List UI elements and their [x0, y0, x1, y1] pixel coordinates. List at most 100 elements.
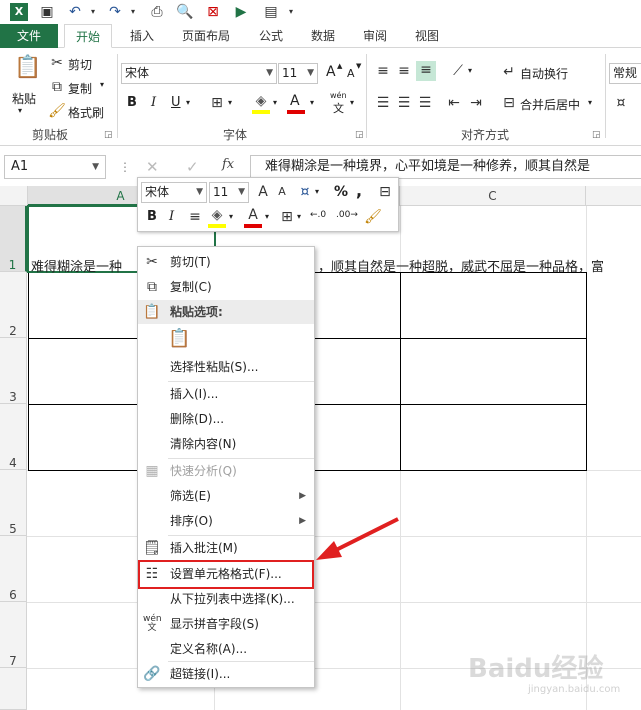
paste-icon[interactable]: 📋	[14, 54, 41, 82]
redo-icon[interactable]: ↷	[106, 3, 124, 21]
row-header-3[interactable]: 3	[0, 338, 27, 404]
tab-data[interactable]: 数据	[302, 24, 344, 48]
undo-dropdown-icon[interactable]: ▾	[84, 3, 102, 21]
decrease-indent-icon[interactable]: ⇤	[445, 94, 463, 112]
mini-accounting-dropdown-icon[interactable]: ▾	[315, 187, 319, 196]
menu-item-insert-comment[interactable]: 🗒 插入批注(M)	[138, 536, 314, 560]
mini-border-icon[interactable]: ⊞	[278, 208, 296, 226]
wrap-text-button[interactable]: 自动换行	[520, 65, 568, 82]
phonetic-bottom-label[interactable]: 文	[333, 100, 344, 116]
name-box[interactable]: A1 ▼	[4, 155, 106, 179]
mini-font-name-combo[interactable]: 宋体 ▼	[141, 182, 207, 203]
font-color-button[interactable]: A	[290, 93, 300, 109]
tab-file[interactable]: 文件	[0, 24, 58, 48]
mini-increase-decimal-button[interactable]: ←.0	[310, 210, 326, 220]
row-header-7[interactable]: 7	[0, 602, 27, 668]
underline-button[interactable]: U	[171, 95, 181, 110]
menu-item-copy[interactable]: ⧉ 复制(C)	[138, 275, 314, 299]
print-icon[interactable]: ⎙	[148, 3, 166, 21]
menu-item-cut[interactable]: ✂ 剪切(T)	[138, 250, 314, 274]
mini-border-dropdown-icon[interactable]: ▾	[297, 212, 301, 221]
orientation-icon[interactable]: ⟋	[449, 62, 467, 80]
row-header-6[interactable]: 6	[0, 536, 27, 602]
orientation-dropdown-icon[interactable]: ▾	[468, 66, 472, 75]
undo-icon[interactable]: ↶	[66, 3, 84, 21]
fill-color-dropdown-icon[interactable]: ▾	[273, 98, 277, 107]
chevron-down-icon[interactable]: ▼	[92, 156, 99, 178]
number-format-combo[interactable]: 常规	[609, 63, 641, 84]
font-name-combo[interactable]: 宋体 ▼	[121, 63, 277, 84]
mini-accounting-icon[interactable]: ¤	[296, 183, 314, 201]
menu-item-delete[interactable]: 删除(D)...	[138, 407, 314, 431]
wrap-text-icon[interactable]: ↵	[500, 63, 518, 81]
mini-percent-button[interactable]: %	[334, 184, 348, 200]
clipboard-launcher-icon[interactable]: ◲	[104, 130, 113, 140]
row-header-5[interactable]: 5	[0, 470, 27, 536]
select-all-corner[interactable]	[0, 186, 28, 206]
delete-sheet-icon[interactable]: ⊠	[204, 3, 222, 21]
redo-dropdown-icon[interactable]: ▾	[124, 3, 142, 21]
font-size-combo[interactable]: 11 ▼	[278, 63, 318, 84]
row-header-1[interactable]: 1	[0, 206, 27, 272]
cancel-icon[interactable]: ✕	[146, 158, 159, 176]
menu-item-hyperlink[interactable]: 🔗 超链接(I)...	[138, 662, 314, 686]
menu-item-sort[interactable]: 排序(O) ▶	[138, 509, 314, 533]
align-center-icon[interactable]: ☰	[395, 94, 413, 112]
align-left-icon[interactable]: ☰	[374, 94, 392, 112]
shrink-font-button[interactable]: A	[347, 67, 355, 80]
menu-item-quick-analysis[interactable]: ▦ 快速分析(Q)	[138, 459, 314, 483]
align-right-icon[interactable]: ☰	[416, 94, 434, 112]
row-header-2[interactable]: 2	[0, 272, 27, 338]
mini-fill-dropdown-icon[interactable]: ▾	[229, 212, 233, 221]
mini-format-painter-icon[interactable]: 🖌	[364, 208, 382, 226]
paste-dropdown-icon[interactable]: ▾	[18, 106, 22, 115]
format-painter-button[interactable]: 格式刷	[68, 104, 104, 121]
grow-font-button[interactable]: A	[326, 64, 336, 80]
menu-item-paste-special[interactable]: 选择性粘贴(S)...	[138, 355, 314, 379]
mini-fill-color-icon[interactable]: ◈	[208, 206, 226, 224]
form-icon[interactable]: ▤	[262, 3, 280, 21]
menu-item-define-name[interactable]: 定义名称(A)...	[138, 637, 314, 661]
tab-home[interactable]: 开始	[64, 24, 112, 48]
column-header-c[interactable]: C	[400, 186, 586, 206]
border-icon[interactable]: ⊞	[208, 94, 226, 112]
enter-icon[interactable]: ✓	[186, 158, 199, 176]
copy-button[interactable]: 复制	[68, 80, 92, 97]
column-header-d[interactable]	[586, 186, 641, 206]
alignment-launcher-icon[interactable]: ◲	[592, 130, 601, 140]
tab-formulas[interactable]: 公式	[250, 24, 292, 48]
insert-function-button[interactable]: fx	[222, 157, 234, 172]
mini-bold-button[interactable]: B	[147, 209, 157, 224]
cut-button[interactable]: 剪切	[68, 56, 92, 73]
scissors-icon[interactable]: ✂	[48, 54, 66, 72]
mini-decrease-decimal-button[interactable]: .00→	[336, 210, 358, 220]
row-header-4[interactable]: 4	[0, 404, 27, 470]
mini-format-table-icon[interactable]: ⊟	[376, 183, 394, 201]
mini-font-color-dropdown-icon[interactable]: ▾	[265, 212, 269, 221]
align-bottom-icon[interactable]: ≡	[416, 61, 436, 81]
merge-dropdown-icon[interactable]: ▾	[588, 98, 592, 107]
mini-font-size-combo[interactable]: 11 ▼	[209, 182, 249, 203]
border-dropdown-icon[interactable]: ▾	[228, 98, 232, 107]
increase-indent-icon[interactable]: ⇥	[467, 94, 485, 112]
mini-grow-font-icon[interactable]: A	[254, 183, 272, 201]
phonetic-dropdown-icon[interactable]: ▾	[350, 98, 354, 107]
font-color-dropdown-icon[interactable]: ▾	[310, 98, 314, 107]
row-header-8[interactable]	[0, 668, 27, 710]
underline-dropdown-icon[interactable]: ▾	[186, 98, 190, 107]
paste-button[interactable]: 粘贴	[12, 90, 36, 107]
mini-align-center-icon[interactable]: ≡	[186, 208, 204, 226]
font-launcher-icon[interactable]: ◲	[355, 130, 364, 140]
paste-option-icon[interactable]: 📋	[168, 327, 190, 351]
tab-view[interactable]: 视图	[406, 24, 448, 48]
tab-page-layout[interactable]: 页面布局	[172, 24, 240, 48]
copy-icon[interactable]: ⧉	[48, 78, 66, 96]
merge-icon[interactable]: ⊟	[500, 94, 518, 112]
bold-button[interactable]: B	[127, 95, 137, 110]
menu-item-insert[interactable]: 插入(I)...	[138, 382, 314, 406]
save-icon[interactable]: ▣	[38, 3, 56, 21]
menu-item-filter[interactable]: 筛选(E) ▶	[138, 484, 314, 508]
italic-button[interactable]: I	[151, 95, 156, 110]
merge-center-button[interactable]: 合并后居中	[520, 96, 580, 113]
align-top-icon[interactable]: ≡	[374, 62, 392, 80]
